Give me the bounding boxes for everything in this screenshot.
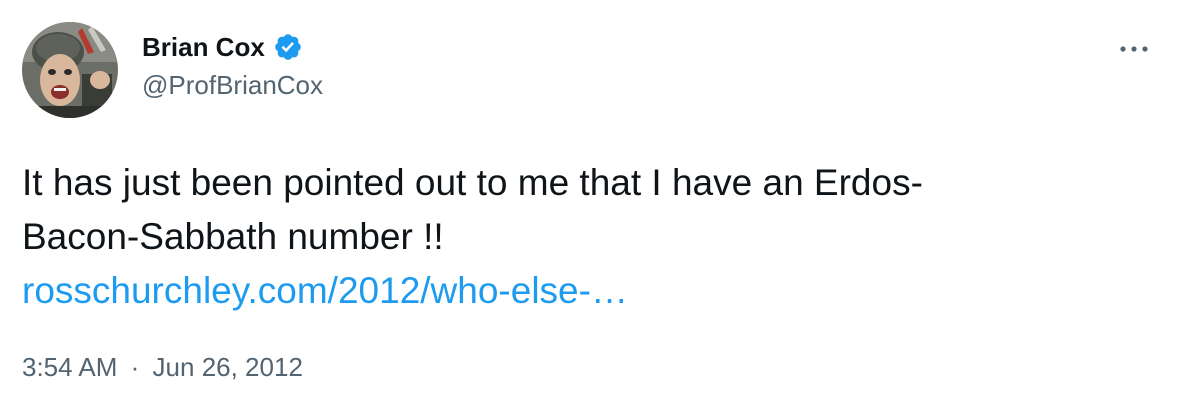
timestamp-separator: · — [130, 352, 140, 382]
tweet-text-line: Bacon-Sabbath number !! — [22, 216, 444, 257]
display-name[interactable]: Brian Cox — [142, 32, 265, 63]
tweet-time[interactable]: 3:54 AM — [22, 352, 117, 382]
tweet-link[interactable]: rosschurchley.com/2012/who-else-… — [22, 264, 1162, 318]
user-info: Brian Cox @ProfBrianCox — [142, 30, 323, 101]
avatar-image — [22, 22, 118, 118]
more-options-icon — [1120, 46, 1148, 52]
tweet-date[interactable]: Jun 26, 2012 — [153, 352, 303, 382]
tweet-text: It has just been pointed out to me that … — [22, 156, 1162, 318]
avatar[interactable] — [22, 22, 118, 118]
more-options-button[interactable] — [1112, 34, 1156, 64]
verified-badge-icon — [273, 32, 303, 62]
user-handle[interactable]: @ProfBrianCox — [142, 70, 323, 101]
tweet-card: Brian Cox @ProfBrianCox It has just been… — [0, 0, 1184, 420]
tweet-timestamp: 3:54 AM · Jun 26, 2012 — [22, 352, 303, 383]
name-row: Brian Cox — [142, 30, 323, 64]
tweet-text-line: It has just been pointed out to me that … — [22, 162, 923, 203]
